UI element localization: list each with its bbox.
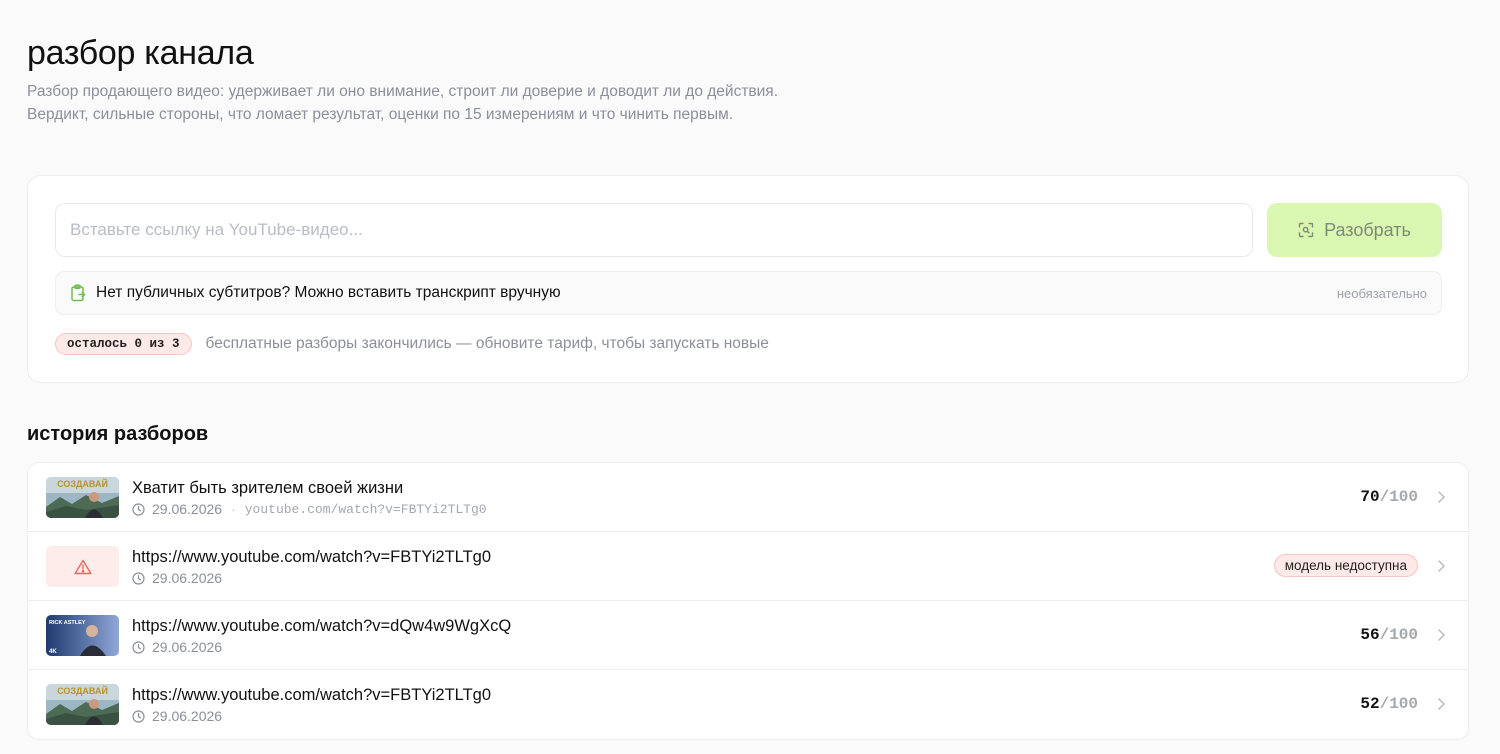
- optional-hint: необязательно: [1336, 285, 1427, 301]
- chevron-right-icon: [1436, 559, 1446, 578]
- history-item-date: 29.06.2026: [152, 570, 223, 586]
- score-max: /100: [1379, 626, 1418, 644]
- clock-icon: [132, 571, 145, 585]
- analyze-button-label: Разобрать: [1324, 219, 1411, 240]
- analyze-card: Разобрать Нет публичных субтитров? Можно…: [27, 175, 1469, 383]
- quota-message: бесплатные разборы закончились — обновит…: [205, 335, 769, 352]
- score: 56/100: [1360, 626, 1418, 644]
- quota-line: осталось 0 из 3 бесплатные разборы закон…: [55, 333, 769, 355]
- thumb-badge: 4K: [49, 649, 57, 655]
- history-item-title: https://www.youtube.com/watch?v=dQw4w9Wg…: [132, 617, 512, 635]
- history-item-meta: 29.06.2026 · youtube.com/watch?v=FBTYi2T…: [132, 501, 487, 517]
- history-item-title: Хватит быть зрителем своей жизни: [132, 479, 404, 497]
- history-item-url: youtube.com/watch?v=FBTYi2TLTg0: [244, 501, 487, 517]
- video-thumbnail: RICK ASTLEY 4K: [46, 615, 119, 656]
- score: 70/100: [1360, 488, 1418, 506]
- history-item-meta: 29.06.2026: [132, 639, 222, 655]
- score-value: 70: [1360, 488, 1380, 506]
- thumb-caption: RICK ASTLEY: [49, 620, 86, 626]
- analyze-button[interactable]: Разобрать: [1267, 203, 1442, 257]
- thumb-caption: СОЗДАВАЙ: [57, 685, 108, 696]
- status-badge: модель недоступна: [1273, 554, 1418, 577]
- history-title: история разборов: [27, 423, 209, 445]
- history-item-meta: 29.06.2026: [132, 708, 222, 724]
- quota-badge: осталось 0 из 3: [55, 333, 192, 355]
- separator-dot: ·: [231, 501, 236, 517]
- manual-transcript-label: Нет публичных субтитров? Можно вставить …: [96, 284, 561, 301]
- chevron-right-icon: [1436, 490, 1446, 509]
- clipboard-icon: [70, 284, 86, 302]
- chevron-right-icon: [1436, 628, 1446, 647]
- history-row[interactable]: https://www.youtube.com/watch?v=FBTYi2TL…: [28, 532, 1468, 601]
- thumb-caption: СОЗДАВАЙ: [57, 478, 108, 489]
- video-thumbnail: [46, 546, 119, 587]
- score: 52/100: [1360, 695, 1418, 713]
- history-list: СОЗДАВАЙ Хватит быть зрителем своей жизн…: [27, 462, 1469, 740]
- history-item-date: 29.06.2026: [152, 639, 223, 655]
- page-description: Разбор продающего видео: удерживает ли о…: [27, 83, 779, 123]
- score-value: 56: [1360, 626, 1380, 644]
- score-value: 52: [1360, 695, 1380, 713]
- manual-transcript-toggle[interactable]: Нет публичных субтитров? Можно вставить …: [55, 271, 1442, 315]
- history-item-title: https://www.youtube.com/watch?v=FBTYi2TL…: [132, 686, 492, 704]
- clock-icon: [132, 640, 145, 654]
- score-max: /100: [1379, 488, 1418, 506]
- history-item-meta: 29.06.2026: [132, 570, 222, 586]
- scan-icon: [1298, 222, 1314, 238]
- history-row[interactable]: RICK ASTLEY 4K https://www.youtube.com/w…: [28, 601, 1468, 670]
- page-title: разбор канала: [27, 34, 254, 72]
- history-item-date: 29.06.2026: [152, 708, 223, 724]
- warning-icon: [74, 559, 91, 574]
- score-max: /100: [1379, 695, 1418, 713]
- history-item-date: 29.06.2026: [152, 501, 223, 517]
- video-thumbnail: СОЗДАВАЙ: [46, 477, 119, 518]
- youtube-url-input[interactable]: [55, 203, 1253, 257]
- history-item-title: https://www.youtube.com/watch?v=FBTYi2TL…: [132, 548, 492, 566]
- history-row[interactable]: СОЗДАВАЙ https://www.youtube.com/watch?v…: [28, 670, 1468, 739]
- chevron-right-icon: [1436, 697, 1446, 716]
- clock-icon: [132, 502, 145, 516]
- video-thumbnail: СОЗДАВАЙ: [46, 684, 119, 725]
- clock-icon: [132, 709, 145, 723]
- history-row[interactable]: СОЗДАВАЙ Хватит быть зрителем своей жизн…: [28, 463, 1468, 532]
